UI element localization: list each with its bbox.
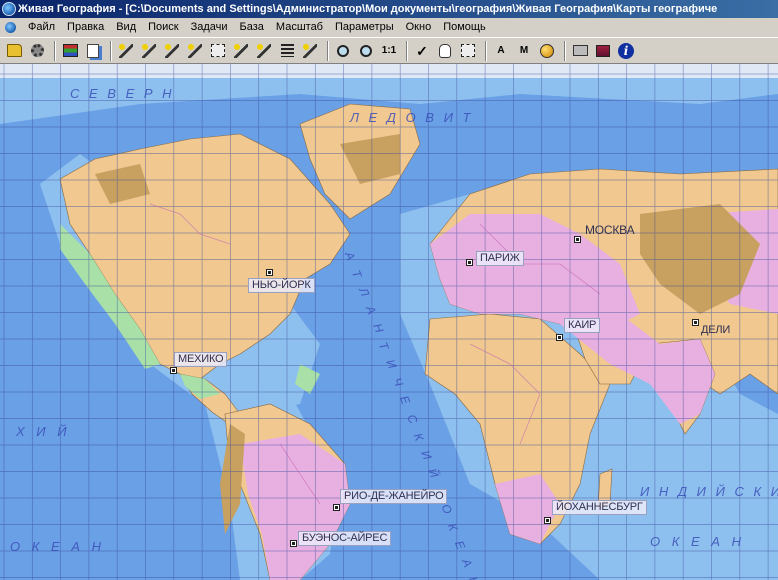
rotate-icon	[461, 44, 475, 57]
check-tool-button[interactable]: ✓	[412, 40, 432, 61]
toolbar-separator	[327, 40, 329, 61]
clear-selection-button[interactable]	[300, 40, 320, 61]
toolbar-separator	[406, 40, 408, 61]
menu-file[interactable]: Файл	[22, 18, 61, 37]
select-tool-button[interactable]	[116, 40, 136, 61]
checkmark-icon: ✓	[416, 42, 428, 59]
city-marker-buenos-aires[interactable]	[290, 540, 297, 547]
wand-icon	[257, 43, 271, 58]
select-tool-button-4[interactable]	[185, 40, 205, 61]
rotate-button[interactable]	[458, 40, 478, 61]
zoom-out-icon	[337, 44, 349, 57]
system-menu-globe-icon[interactable]	[3, 19, 19, 36]
toolbar-separator	[485, 40, 487, 61]
city-label-rio[interactable]: РИО-ДЕ-ЖАНЕЙРО	[340, 489, 448, 504]
city-label-johannesburg[interactable]: ЙОХАННЕСБУРГ	[552, 500, 647, 515]
print-button[interactable]	[570, 40, 590, 61]
city-label-moscow[interactable]: МОСКВА	[582, 224, 637, 237]
wand-icon	[165, 43, 179, 58]
wand-icon	[188, 43, 202, 58]
color-tool-button[interactable]	[537, 40, 557, 61]
toolbar-separator	[110, 40, 112, 61]
layers-icon	[62, 44, 78, 57]
document-icon	[87, 43, 99, 58]
menu-scale[interactable]: Масштаб	[270, 18, 329, 37]
ocean-label-indian-ocean: О К Е А Н	[650, 534, 745, 549]
wand-icon	[234, 43, 248, 58]
menu-view[interactable]: Вид	[110, 18, 142, 37]
title-bar: Живая География - [C:\Documents and Sett…	[0, 0, 778, 18]
zoom-in-icon	[360, 44, 372, 57]
arctic-ice	[0, 64, 778, 78]
frame-select-button[interactable]	[208, 40, 228, 61]
zoom-out-button[interactable]	[333, 40, 353, 61]
select-tool-button-6[interactable]	[254, 40, 274, 61]
city-marker-cairo[interactable]	[556, 334, 563, 341]
menu-parameters[interactable]: Параметры	[329, 18, 400, 37]
ocean-label-pacific-left: Х И Й	[16, 424, 71, 439]
label-tool-a-button[interactable]: A	[491, 40, 511, 61]
zoom-in-button[interactable]	[356, 40, 376, 61]
select-tool-button-5[interactable]	[231, 40, 251, 61]
scale-1-1-button[interactable]: 1:1	[379, 40, 399, 61]
toolbar-separator	[564, 40, 566, 61]
settings-button[interactable]	[27, 40, 47, 61]
window-title: Живая География - [C:\Documents and Sett…	[18, 3, 718, 15]
info-icon: i	[618, 42, 634, 59]
palette-icon	[540, 43, 554, 58]
city-marker-new-york[interactable]	[266, 269, 273, 276]
gear-icon	[30, 44, 44, 57]
reference-book-button[interactable]	[593, 40, 613, 61]
label-tool-m-button[interactable]: M	[514, 40, 534, 61]
city-marker-moscow[interactable]	[574, 236, 581, 243]
menu-bar: Файл Правка Вид Поиск Задачи База Масшта…	[0, 18, 778, 37]
wand-icon	[119, 43, 133, 58]
ocean-label-pacific-ocean: О К Е А Н	[10, 539, 105, 554]
menu-database[interactable]: База	[234, 18, 270, 37]
city-label-delhi[interactable]: ДЕЛИ	[698, 324, 733, 337]
city-label-buenos-aires[interactable]: БУЭНОС-АЙРЕС	[298, 531, 392, 546]
toolbar-separator	[54, 40, 56, 61]
menu-window[interactable]: Окно	[400, 18, 438, 37]
toolbar: 1:1 ✓ A M i	[0, 37, 778, 64]
open-folder-button[interactable]	[4, 40, 24, 61]
about-button[interactable]: i	[616, 40, 636, 61]
world-map[interactable]: С Е В Е Р Н Л Е Д О В И Т Х И Й О К Е А …	[0, 64, 778, 580]
book-icon	[596, 44, 610, 57]
city-marker-rio[interactable]	[333, 504, 340, 511]
menu-tasks[interactable]: Задачи	[185, 18, 234, 37]
ocean-label-arctic-right: Л Е Д О В И Т	[350, 110, 474, 125]
document-button[interactable]	[83, 40, 103, 61]
wand-icon	[142, 43, 156, 58]
list-button[interactable]	[277, 40, 297, 61]
city-marker-johannesburg[interactable]	[544, 517, 551, 524]
layers-button[interactable]	[60, 40, 80, 61]
list-icon	[280, 44, 294, 57]
city-marker-paris[interactable]	[466, 259, 473, 266]
select-tool-button-2[interactable]	[139, 40, 159, 61]
city-label-paris[interactable]: ПАРИЖ	[476, 251, 524, 266]
app-globe-icon	[2, 2, 16, 16]
ocean-label-indian: И Н Д И Й С К И Й	[640, 484, 778, 499]
folder-icon	[6, 44, 22, 57]
menu-edit[interactable]: Правка	[61, 18, 110, 37]
city-label-cairo[interactable]: КАИР	[564, 318, 601, 333]
wand-cross-icon	[303, 43, 317, 58]
ocean-label-arctic-left: С Е В Е Р Н	[70, 86, 175, 101]
pan-hand-button[interactable]	[435, 40, 455, 61]
frame-icon	[211, 44, 225, 57]
city-label-mexico[interactable]: МЕХИКО	[174, 352, 228, 367]
city-label-new-york[interactable]: НЬЮ-ЙОРК	[248, 278, 315, 293]
city-marker-mexico[interactable]	[170, 367, 177, 374]
menu-help[interactable]: Помощь	[437, 18, 492, 37]
hand-icon	[439, 43, 451, 58]
menu-search[interactable]: Поиск	[142, 18, 184, 37]
select-tool-button-3[interactable]	[162, 40, 182, 61]
printer-icon	[572, 45, 588, 56]
